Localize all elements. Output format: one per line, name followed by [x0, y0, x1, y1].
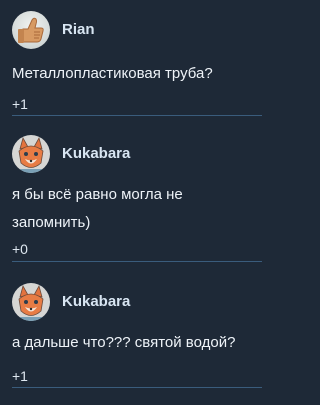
comment-divider — [12, 261, 262, 262]
vote-count[interactable]: +0 — [12, 241, 28, 257]
thumbs-up-avatar-icon[interactable] — [12, 11, 50, 49]
fox-avatar-icon[interactable] — [12, 135, 50, 173]
comment-feed: Rian Металлопластиковая труба? +1 Kukaba… — [0, 0, 269, 405]
comment-text: я бы всё равно могла не запомнить) — [12, 186, 183, 231]
comment-header: Kukabara — [12, 283, 262, 321]
vote-count[interactable]: +1 — [12, 96, 28, 112]
comment-text: а дальше что??? святой водой? — [12, 334, 236, 351]
comment-divider — [12, 115, 262, 116]
vote-count[interactable]: +1 — [12, 368, 28, 384]
comment-author[interactable]: Kukabara — [62, 146, 130, 162]
comment-header: Kukabara — [12, 135, 262, 173]
comment-author[interactable]: Kukabara — [62, 294, 130, 310]
comment-text: Металлопластиковая труба? — [12, 65, 213, 82]
comment-item: Kukabara а дальше что??? святой водой? +… — [12, 283, 262, 388]
comment-item: Rian Металлопластиковая труба? +1 — [12, 11, 262, 116]
comment-header: Rian — [12, 11, 262, 49]
comment-author[interactable]: Rian — [62, 22, 95, 38]
comment-divider — [12, 387, 262, 388]
comment-item: Kukabara я бы всё равно могла не запомни… — [12, 135, 262, 262]
fox-avatar-icon[interactable] — [12, 283, 50, 321]
